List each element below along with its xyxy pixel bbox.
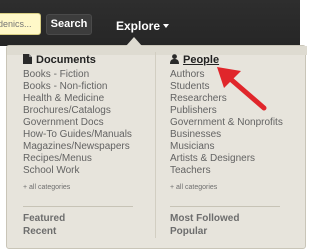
documents-item[interactable]: Books - Fiction: [23, 69, 132, 81]
explore-label: Explore: [116, 19, 161, 33]
column-separator: [155, 52, 156, 238]
people-footer-divider: [170, 206, 280, 207]
documents-item[interactable]: Recipes/Menus: [23, 153, 132, 165]
top-navigation-bar: Search Explore: [0, 0, 300, 46]
menu-pointer: [126, 37, 142, 46]
recent-link[interactable]: Recent: [23, 226, 56, 238]
documents-item[interactable]: Government Docs: [23, 117, 132, 129]
documents-item[interactable]: School Work: [23, 165, 132, 177]
documents-footer-divider: [23, 206, 133, 207]
people-item[interactable]: Businesses: [170, 129, 283, 141]
document-icon: [23, 54, 32, 64]
people-item[interactable]: Government & Nonprofits: [170, 117, 283, 129]
red-annotation-arrow-icon: [217, 67, 267, 111]
people-item[interactable]: Artists & Designers: [170, 153, 283, 165]
people-item[interactable]: Musicians: [170, 141, 283, 153]
most-followed-link[interactable]: Most Followed: [170, 213, 239, 225]
search-input[interactable]: [0, 13, 41, 35]
documents-header-label: Documents: [36, 54, 96, 66]
documents-item[interactable]: Health & Medicine: [23, 93, 132, 105]
people-item[interactable]: Teachers: [170, 165, 283, 177]
explore-menu-button[interactable]: Explore: [116, 19, 170, 33]
documents-item[interactable]: Brochures/Catalogs: [23, 105, 132, 117]
featured-link[interactable]: Featured: [23, 213, 65, 225]
people-all-categories-link[interactable]: + all categories: [170, 183, 283, 192]
person-icon: [170, 54, 179, 64]
documents-column: Documents Books - Fiction Books - Non-fi…: [23, 54, 132, 192]
documents-item[interactable]: Books - Non-fiction: [23, 81, 132, 93]
documents-list: Books - Fiction Books - Non-fiction Heal…: [23, 69, 132, 177]
popular-link[interactable]: Popular: [170, 226, 207, 238]
documents-item[interactable]: Magazines/Newspapers: [23, 141, 132, 153]
documents-all-categories-link[interactable]: + all categories: [23, 183, 132, 192]
documents-header[interactable]: Documents: [23, 54, 132, 67]
search-button[interactable]: Search: [46, 14, 92, 35]
documents-item[interactable]: How-To Guides/Manuals: [23, 129, 132, 141]
caret-down-icon: [163, 24, 170, 28]
